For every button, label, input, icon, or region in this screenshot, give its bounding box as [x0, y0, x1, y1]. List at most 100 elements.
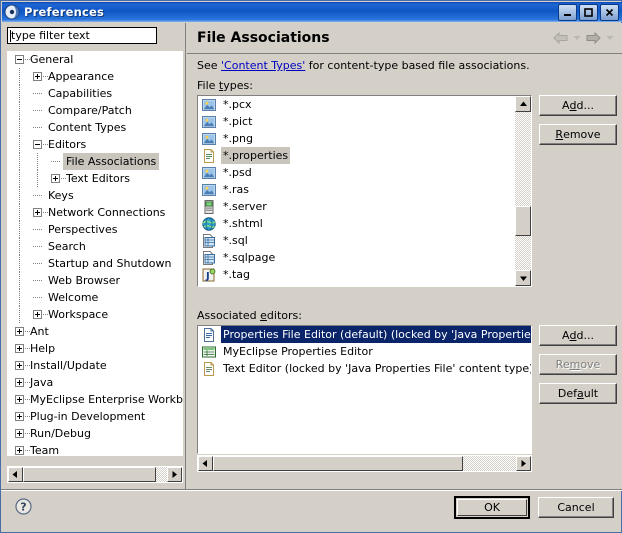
file-type-row-label: *.properties [221, 147, 291, 164]
file-types-scroll-down-button[interactable] [515, 270, 531, 286]
collapse-icon[interactable] [15, 55, 24, 64]
tree-hscrollbar[interactable] [7, 466, 183, 483]
expand-icon[interactable] [33, 208, 42, 217]
file-types-vscroll-track[interactable] [515, 96, 531, 286]
back-dropdown-icon[interactable] [573, 35, 581, 41]
minimize-button[interactable] [558, 3, 577, 21]
editors-hscroll-thumb[interactable] [213, 456, 463, 471]
maximize-button[interactable] [579, 3, 598, 21]
tree-scroll-left-button[interactable] [8, 467, 23, 482]
sidebar-item-ant[interactable]: Ant [7, 323, 183, 340]
sidebar-item-label: Help [30, 342, 56, 355]
tree-connector [19, 170, 20, 187]
collapse-icon[interactable] [33, 140, 42, 149]
expand-icon[interactable] [33, 310, 42, 319]
remove-editor-button[interactable]: Re m ove [539, 354, 617, 375]
window-title: Preferences [24, 5, 105, 19]
sidebar-item-network-connections[interactable]: Network Connections [7, 204, 183, 221]
sidebar-item-web-browser[interactable]: Web Browser [7, 272, 183, 289]
editor-row[interactable]: MyEclipse Properties Editor [198, 343, 531, 360]
associated-editors-list[interactable]: Properties File Editor (default) (locked… [197, 325, 532, 454]
sidebar-item-content-types[interactable]: Content Types [7, 119, 183, 136]
sidebar-item-appearance[interactable]: Appearance [7, 68, 183, 85]
sidebar-item-java[interactable]: Java [7, 374, 183, 391]
expand-icon[interactable] [15, 378, 24, 387]
sidebar-item-editors[interactable]: Editors [7, 136, 183, 153]
sidebar-item-file-associations[interactable]: File Associations [7, 153, 183, 170]
sidebar-item-plug-in-development[interactable]: Plug-in Development [7, 408, 183, 425]
sidebar-item-team[interactable]: Team [7, 442, 183, 456]
expand-icon[interactable] [15, 344, 24, 353]
editors-hscrollbar[interactable] [197, 455, 532, 472]
tree-connector [19, 255, 20, 272]
file-type-row-label: *.sqlpage [223, 251, 276, 264]
sidebar-item-run-debug[interactable]: Run/Debug [7, 425, 183, 442]
help-icon[interactable]: ? [15, 498, 32, 515]
file-type-row[interactable]: *.psd [198, 164, 515, 181]
sidebar-item-startup-and-shutdown[interactable]: Startup and Shutdown [7, 255, 183, 272]
file-type-row[interactable]: *.sql [198, 232, 515, 249]
sidebar-item-compare-patch[interactable]: Compare/Patch [7, 102, 183, 119]
expand-icon[interactable] [15, 395, 24, 404]
file-type-row-label: *.pcx [223, 98, 252, 111]
tree-connector [33, 127, 43, 128]
file-type-row[interactable]: *.pcx [198, 96, 515, 113]
sidebar-item-label: Perspectives [48, 223, 118, 236]
expand-icon[interactable] [15, 361, 24, 370]
sidebar-item-install-update[interactable]: Install/Update [7, 357, 183, 374]
file-type-row[interactable]: *.properties [198, 147, 515, 164]
add-file-type-button[interactable]: Ad d... [539, 95, 617, 116]
file-type-row[interactable]: J *.tag [198, 266, 515, 283]
sidebar-item-search[interactable]: Search [7, 238, 183, 255]
file-type-row[interactable]: *.shtml [198, 215, 515, 232]
sidebar-item-capabilities[interactable]: Capabilities [7, 85, 183, 102]
cancel-button[interactable]: Cancel [538, 497, 614, 518]
sidebar-item-general[interactable]: General [7, 51, 183, 68]
file-type-row-label: *.tag [223, 268, 251, 281]
add-editor-button[interactable]: Ad d... [539, 325, 617, 346]
file-type-row[interactable]: *.png [198, 130, 515, 147]
sidebar-item-perspectives[interactable]: Perspectives [7, 221, 183, 238]
forward-arrow-icon[interactable] [586, 32, 601, 44]
expand-icon[interactable] [15, 446, 24, 455]
file-types-list[interactable]: *.pcx *.pict *.png *.properties *.psd *.ras *.… [197, 95, 532, 287]
default-editor-button[interactable]: Def a ult [539, 383, 617, 404]
image-file-icon [201, 97, 217, 113]
file-type-row[interactable]: *.ras [198, 181, 515, 198]
preferences-tree[interactable]: General Appearance Capabilities Compare/Pat… [7, 51, 183, 456]
expand-icon[interactable] [51, 174, 60, 183]
sidebar-item-text-editors[interactable]: Text Editors [7, 170, 183, 187]
filter-input[interactable]: type filter text [7, 27, 157, 44]
file-type-row[interactable]: *.sqlpage [198, 249, 515, 266]
expand-icon[interactable] [15, 412, 24, 421]
editor-row[interactable]: Properties File Editor (default) (locked… [198, 326, 531, 343]
forward-dropdown-icon[interactable] [606, 35, 614, 41]
file-types-scroll-up-button[interactable] [515, 96, 531, 112]
tree-connector [33, 297, 43, 298]
file-types-vscrollbar[interactable] [515, 96, 531, 286]
tree-connector [19, 272, 20, 289]
associated-editors-label: Associated editors: [197, 309, 302, 322]
sidebar-item-workspace[interactable]: Workspace [7, 306, 183, 323]
editors-scroll-right-button[interactable] [516, 456, 531, 471]
editor-row[interactable]: Text Editor (locked by 'Java Properties … [198, 360, 531, 377]
file-types-vscroll-thumb[interactable] [515, 206, 531, 236]
sidebar-item-keys[interactable]: Keys [7, 187, 183, 204]
remove-file-type-button[interactable]: Remove [539, 124, 617, 145]
sidebar-item-welcome[interactable]: Welcome [7, 289, 183, 306]
expand-icon[interactable] [15, 429, 24, 438]
editors-scroll-left-button[interactable] [198, 456, 213, 471]
file-type-row[interactable]: *.server [198, 198, 515, 215]
tree-hscroll-thumb[interactable] [23, 467, 156, 482]
close-button[interactable] [600, 3, 619, 21]
ok-button[interactable]: OK [454, 496, 530, 519]
expand-icon[interactable] [33, 72, 42, 81]
file-type-row[interactable]: *.pict [198, 113, 515, 130]
tree-connector [19, 68, 20, 85]
tree-scroll-right-button[interactable] [167, 467, 182, 482]
expand-icon[interactable] [15, 327, 24, 336]
sidebar-item-myeclipse-enterprise-workbenc[interactable]: MyEclipse Enterprise Workbenc [7, 391, 183, 408]
back-arrow-icon[interactable] [553, 32, 568, 44]
sidebar-item-help[interactable]: Help [7, 340, 183, 357]
content-types-link[interactable]: 'Content Types' [221, 59, 305, 72]
